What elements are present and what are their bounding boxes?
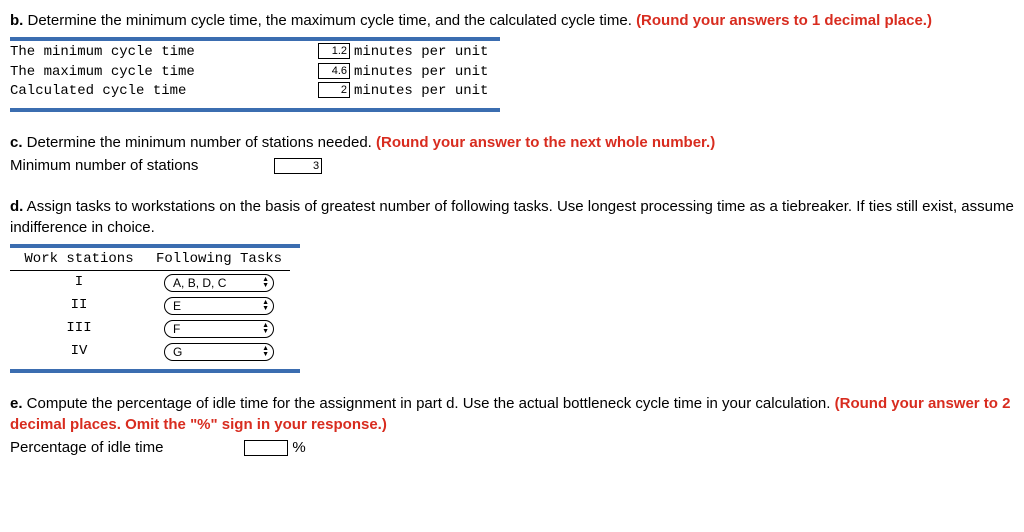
text-e: Compute the percentage of idle time for … xyxy=(23,395,835,412)
stepper-icon: ▲▼ xyxy=(262,277,269,289)
table-row: I A, B, D, C ▲▼ xyxy=(10,270,290,294)
stations-input[interactable]: 3 xyxy=(274,158,322,174)
idle-input[interactable] xyxy=(244,440,288,456)
section-b: b. Determine the minimum cycle time, the… xyxy=(10,10,1014,112)
select-value: G xyxy=(173,344,182,361)
calc-cycle-input[interactable]: 2 xyxy=(318,82,350,98)
stepper-icon: ▲▼ xyxy=(262,346,269,358)
min-cycle-input[interactable]: 1.2 xyxy=(318,43,350,59)
text-d: Assign tasks to workstations on the basi… xyxy=(10,198,1014,236)
col-header-ws: Work stations xyxy=(10,250,148,270)
hint-c: (Round your answer to the next whole num… xyxy=(376,134,715,151)
ws-label: I xyxy=(10,270,148,294)
idle-row: Percentage of idle time % xyxy=(10,437,1014,459)
select-value: A, B, D, C xyxy=(173,275,226,292)
table-row: III F ▲▼ xyxy=(10,317,290,340)
row-label: The maximum cycle time xyxy=(10,63,310,83)
select-value: E xyxy=(173,298,181,315)
stations-row: Minimum number of stations 3 xyxy=(10,155,1014,177)
row-unit: minutes per unit xyxy=(350,63,488,83)
tasks-select-iii[interactable]: F ▲▼ xyxy=(164,320,274,338)
table-row: II E ▲▼ xyxy=(10,294,290,317)
cycle-row-min: The minimum cycle time 1.2 minutes per u… xyxy=(10,43,500,63)
stepper-icon: ▲▼ xyxy=(262,323,269,335)
ws-label: II xyxy=(10,294,148,317)
prompt-e: e. Compute the percentage of idle time f… xyxy=(10,393,1014,435)
workstation-table: Work stations Following Tasks I A, B, D,… xyxy=(10,250,290,363)
row-label: Calculated cycle time xyxy=(10,82,310,102)
prompt-b: b. Determine the minimum cycle time, the… xyxy=(10,10,1014,31)
stations-label: Minimum number of stations xyxy=(10,155,270,176)
text-c: Determine the minimum number of stations… xyxy=(23,134,377,151)
label-c: c. xyxy=(10,134,23,151)
divider-bar xyxy=(10,244,300,248)
text-b: Determine the minimum cycle time, the ma… xyxy=(23,12,636,29)
divider-bar xyxy=(10,369,300,373)
ws-label: IV xyxy=(10,340,148,363)
ws-label: III xyxy=(10,317,148,340)
tasks-select-i[interactable]: A, B, D, C ▲▼ xyxy=(164,274,274,292)
tasks-select-iv[interactable]: G ▲▼ xyxy=(164,343,274,361)
pct-unit: % xyxy=(292,439,305,456)
section-c: c. Determine the minimum number of stati… xyxy=(10,132,1014,177)
hint-b: (Round your answers to 1 decimal place.) xyxy=(636,12,932,29)
label-b: b. xyxy=(10,12,23,29)
cycle-row-max: The maximum cycle time 4.6 minutes per u… xyxy=(10,63,500,83)
row-label: The minimum cycle time xyxy=(10,43,310,63)
tasks-select-ii[interactable]: E ▲▼ xyxy=(164,297,274,315)
stepper-icon: ▲▼ xyxy=(262,300,269,312)
section-e: e. Compute the percentage of idle time f… xyxy=(10,393,1014,459)
select-value: F xyxy=(173,321,180,338)
prompt-d: d. Assign tasks to workstations on the b… xyxy=(10,196,1014,238)
label-e: e. xyxy=(10,395,23,412)
prompt-c: c. Determine the minimum number of stati… xyxy=(10,132,1014,153)
divider-bar xyxy=(10,37,500,41)
idle-label: Percentage of idle time xyxy=(10,437,240,458)
col-header-ft: Following Tasks xyxy=(148,250,290,270)
table-row: IV G ▲▼ xyxy=(10,340,290,363)
row-unit: minutes per unit xyxy=(350,43,488,63)
section-d: d. Assign tasks to workstations on the b… xyxy=(10,196,1014,373)
divider-bar xyxy=(10,108,500,112)
label-d: d. xyxy=(10,198,23,215)
row-unit: minutes per unit xyxy=(350,82,488,102)
max-cycle-input[interactable]: 4.6 xyxy=(318,63,350,79)
cycle-row-calc: Calculated cycle time 2 minutes per unit xyxy=(10,82,500,102)
